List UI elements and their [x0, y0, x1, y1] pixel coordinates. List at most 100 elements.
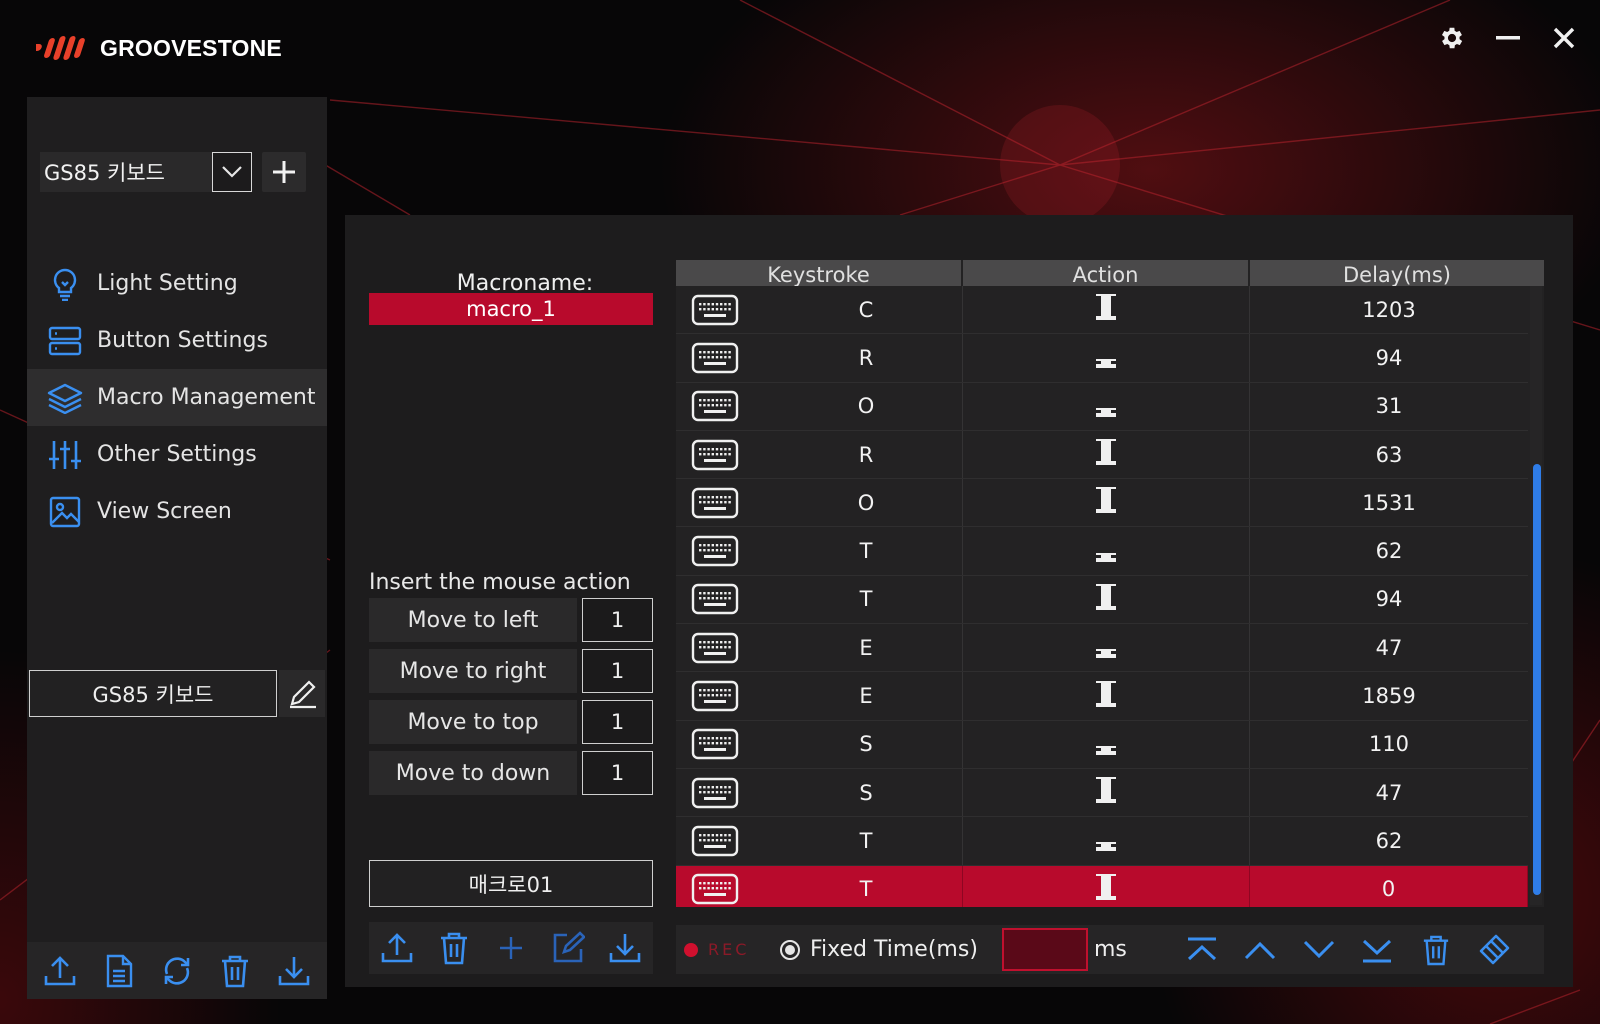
record-button[interactable]: REC	[684, 925, 749, 974]
add-device-button[interactable]	[262, 152, 306, 192]
new-file-button[interactable]	[99, 951, 139, 991]
keystroke-cell: E	[676, 672, 963, 720]
move-down-button[interactable]: Move to down	[369, 751, 577, 795]
lightbulb-icon	[47, 266, 83, 302]
trash-icon	[1423, 935, 1448, 965]
keystroke-key: T	[859, 828, 873, 853]
sidebar-item-view-screen[interactable]: View Screen	[27, 483, 327, 540]
export-button[interactable]	[40, 951, 80, 991]
table-row[interactable]: T0	[676, 865, 1528, 907]
minimize-button[interactable]	[1488, 18, 1528, 58]
keyboard-icon	[691, 777, 739, 809]
delay-cell[interactable]: 110	[1250, 721, 1528, 768]
keyboard-icon	[691, 487, 739, 519]
fixed-time-input[interactable]	[1002, 928, 1088, 971]
table-row[interactable]: C 1203	[676, 286, 1528, 335]
device-select[interactable]: GS85 키보드	[40, 152, 252, 192]
delay-cell[interactable]: 94	[1250, 576, 1528, 623]
profile-name-field[interactable]: GS85 키보드	[29, 670, 277, 717]
table-row[interactable]: O 31	[676, 382, 1528, 431]
table-row[interactable]: T 62	[676, 527, 1528, 576]
close-button[interactable]	[1544, 18, 1584, 58]
move-left-button[interactable]: Move to left	[369, 598, 577, 642]
delay-cell[interactable]: 1531	[1250, 479, 1528, 526]
table-row[interactable]: T 94	[676, 575, 1528, 625]
action-cell	[963, 334, 1250, 382]
move-down-button[interactable]	[1299, 930, 1339, 970]
move-top-value[interactable]: 1	[582, 700, 653, 744]
delay-cell[interactable]: 62	[1250, 527, 1528, 574]
move-right-button[interactable]: Move to right	[369, 649, 577, 693]
move-left-value[interactable]: 1	[582, 598, 653, 642]
delay-cell[interactable]: 94	[1250, 334, 1528, 381]
sidebar-item-light-setting[interactable]: Light Setting	[27, 255, 327, 312]
delay-cell[interactable]: 63	[1250, 431, 1528, 478]
table-row[interactable]: T 62	[676, 817, 1528, 866]
move-to-bottom-button[interactable]	[1357, 930, 1397, 970]
delay-cell[interactable]: 1859	[1250, 672, 1528, 719]
sidebar-item-macro-management[interactable]: Macro Management	[27, 369, 327, 426]
column-header-delay[interactable]: Delay(ms)	[1250, 260, 1544, 286]
key-press-icon	[1092, 871, 1120, 907]
delay-cell[interactable]: 47	[1250, 769, 1528, 816]
delay-cell[interactable]: 31	[1250, 383, 1528, 430]
delete-row-button[interactable]	[1416, 930, 1456, 970]
fixed-time-radio[interactable]	[780, 939, 800, 960]
macroname-input[interactable]: macro_1	[369, 293, 653, 325]
settings-button[interactable]	[1432, 18, 1472, 58]
keyboard-icon	[691, 632, 739, 664]
edit-macro-button[interactable]	[548, 928, 588, 968]
table-row[interactable]: O 1531	[676, 479, 1528, 528]
keystroke-cell: R	[676, 334, 963, 382]
import-macro-button[interactable]	[605, 928, 645, 968]
trash-icon	[222, 955, 249, 987]
move-top-button[interactable]: Move to top	[369, 700, 577, 744]
key-press-icon	[1092, 581, 1120, 618]
macro-list-item[interactable]: 매크로01	[369, 860, 653, 907]
table-scrollbar[interactable]	[1530, 286, 1542, 905]
table-row[interactable]: E 47	[676, 624, 1528, 673]
mouse-action-row: Move to down 1	[369, 751, 653, 795]
column-header-action[interactable]: Action	[963, 260, 1250, 286]
sidebar-item-other-settings[interactable]: Other Settings	[27, 426, 327, 483]
keyboard-icon	[691, 390, 739, 422]
ms-unit-label: ms	[1094, 937, 1127, 962]
table-row[interactable]: S 110	[676, 720, 1528, 769]
delay-cell[interactable]: 62	[1250, 817, 1528, 864]
move-right-value[interactable]: 1	[582, 649, 653, 693]
device-dropdown-button[interactable]	[212, 152, 252, 192]
table-row[interactable]: S 47	[676, 768, 1528, 818]
keystroke-key: E	[859, 635, 873, 660]
clear-all-button[interactable]	[1474, 930, 1514, 970]
sidebar-toolbar	[27, 942, 327, 999]
keystroke-cell: T	[676, 575, 963, 624]
export-macro-button[interactable]	[377, 928, 417, 968]
move-down-value[interactable]: 1	[582, 751, 653, 795]
add-macro-button[interactable]	[491, 928, 531, 968]
scrollbar-thumb[interactable]	[1533, 464, 1541, 895]
move-up-button[interactable]	[1240, 930, 1280, 970]
delete-macro-button[interactable]	[434, 928, 474, 968]
sync-button[interactable]	[157, 951, 197, 991]
column-header-keystroke[interactable]: Keystroke	[676, 260, 963, 286]
keyboard-icon	[691, 294, 739, 326]
sidebar-item-label: Light Setting	[97, 271, 238, 296]
keystroke-cell: T	[676, 817, 963, 865]
sidebar-item-button-settings[interactable]: Button Settings	[27, 312, 327, 369]
edit-profile-button[interactable]	[279, 670, 325, 717]
fixed-time-option[interactable]: Fixed Time(ms)	[780, 925, 978, 974]
move-to-top-button[interactable]	[1182, 930, 1222, 970]
delay-cell[interactable]: 0	[1250, 865, 1528, 907]
file-icon	[106, 954, 132, 987]
delay-cell[interactable]: 1203	[1250, 286, 1528, 333]
action-cell	[963, 865, 1250, 907]
import-button[interactable]	[274, 951, 314, 991]
key-release-icon	[1092, 726, 1120, 763]
table-row[interactable]: R 94	[676, 334, 1528, 383]
delete-button[interactable]	[215, 951, 255, 991]
table-row[interactable]: E 1859	[676, 672, 1528, 721]
keyboard-icon	[691, 873, 739, 905]
key-press-icon	[1092, 484, 1120, 521]
table-row[interactable]: R 63	[676, 430, 1528, 480]
delay-cell[interactable]: 47	[1250, 624, 1528, 671]
